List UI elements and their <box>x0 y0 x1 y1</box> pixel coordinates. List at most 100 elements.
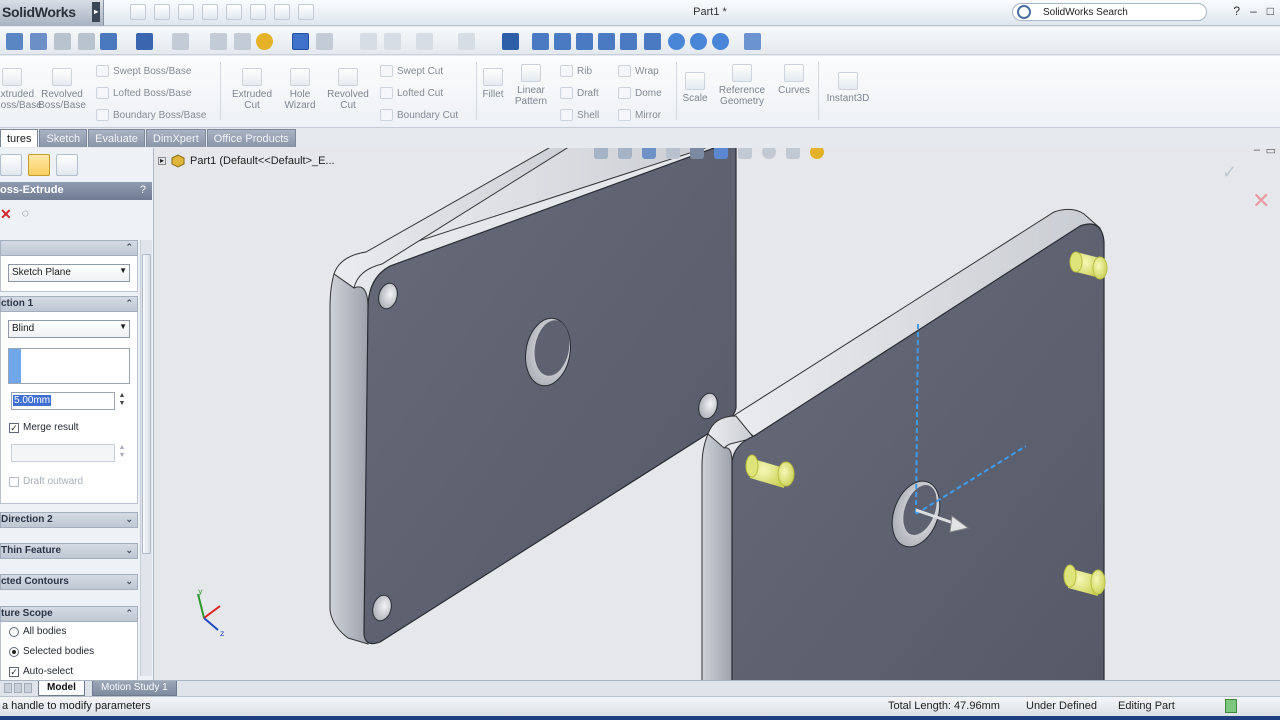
cancel-corner-icon[interactable]: ✕ <box>1252 188 1270 214</box>
viewport-minimize-icon[interactable]: – <box>1254 148 1260 156</box>
rotate-view-icon[interactable] <box>100 33 117 50</box>
direction-selection-box[interactable] <box>8 348 130 384</box>
menu-flyout-arrow-icon[interactable]: ▸ <box>92 2 100 22</box>
line-icon[interactable] <box>416 33 433 50</box>
direction2-group[interactable]: Direction 2 ⌄ <box>0 512 138 528</box>
tab-model[interactable]: Model <box>38 681 85 696</box>
sketch-icon[interactable] <box>360 33 377 50</box>
open-document-icon[interactable] <box>154 4 170 20</box>
view-orientation-icon[interactable] <box>136 33 153 50</box>
zoom-fit-icon[interactable] <box>6 33 23 50</box>
hide-show-items-icon[interactable] <box>738 148 752 159</box>
lofted-cut-button[interactable]: Lofted Cut <box>380 87 443 99</box>
all-bodies-radio[interactable]: All bodies <box>9 626 66 637</box>
draft-angle-spinner[interactable]: ▲ ▼ <box>117 444 127 462</box>
shaded-with-edges-icon[interactable] <box>292 33 309 50</box>
swept-cut-button[interactable]: Swept Cut <box>380 65 443 77</box>
expand-chevron-icon[interactable]: ⌄ <box>125 514 133 525</box>
zoom-area-icon[interactable] <box>30 33 47 50</box>
undo-icon[interactable] <box>226 4 242 20</box>
collapse-chevron-icon[interactable]: ⌃ <box>125 242 133 253</box>
depth-input[interactable]: 5.00mm <box>11 392 115 410</box>
collapse-chevron-icon[interactable]: ⌃ <box>125 608 133 619</box>
revolved-boss-button[interactable]: Revolved Boss/Base <box>36 68 88 111</box>
property-manager-tab-icon[interactable] <box>28 154 50 176</box>
model-view[interactable]: y z <box>154 148 1280 680</box>
scrollbar-thumb[interactable] <box>142 254 151 554</box>
save-icon[interactable] <box>178 4 194 20</box>
confirm-check-icon[interactable]: ✓ <box>1222 162 1237 183</box>
tab-features[interactable]: tures <box>0 129 39 147</box>
expand-chevron-icon[interactable]: ⌄ <box>125 576 133 587</box>
draft-outward-checkbox[interactable]: Draft outward <box>9 476 83 487</box>
tab-motion-study[interactable]: Motion Study 1 <box>92 681 177 696</box>
new-document-icon[interactable] <box>130 4 146 20</box>
curves-button[interactable]: Curves <box>774 64 814 96</box>
extruded-cut-button[interactable]: Extruded Cut <box>226 68 278 111</box>
right-view-icon[interactable] <box>598 33 615 50</box>
expand-chevron-icon[interactable]: ⌄ <box>125 545 133 556</box>
wrap-button[interactable]: Wrap <box>618 65 659 77</box>
expand-icon[interactable]: ▸ <box>158 157 166 165</box>
back-view-icon[interactable] <box>554 33 571 50</box>
fillet-button[interactable]: Fillet <box>480 68 506 100</box>
help-icon[interactable]: ? <box>140 184 146 196</box>
rebuild-status-icon[interactable] <box>1225 699 1237 713</box>
previous-view-icon[interactable] <box>642 148 656 159</box>
instant3d-button[interactable]: Instant3D <box>822 72 874 104</box>
feature-tree-flyout[interactable]: ▸ Part1 (Default<<Default>_E... <box>158 154 335 168</box>
selected-contours-group[interactable]: cted Contours ⌄ <box>0 574 138 590</box>
shell-button[interactable]: Shell <box>560 109 599 121</box>
cancel-icon[interactable]: ✕ <box>0 206 12 223</box>
dimetric-view-icon[interactable] <box>712 33 729 50</box>
plate-2[interactable] <box>701 208 1108 680</box>
detailed-preview-icon[interactable]: ◌ <box>22 206 29 223</box>
smart-dimension-icon[interactable] <box>384 33 401 50</box>
view-orientation-hu-icon[interactable] <box>690 148 704 159</box>
normal-to-icon[interactable] <box>502 33 519 50</box>
from-group-header[interactable]: ⌃ <box>0 240 138 256</box>
selected-contours-header[interactable]: cted Contours ⌄ <box>0 574 138 590</box>
left-view-icon[interactable] <box>576 33 593 50</box>
feature-scope-header[interactable]: ture Scope ⌃ <box>0 606 138 622</box>
draft-angle-input[interactable] <box>11 444 115 462</box>
swept-boss-button[interactable]: Swept Boss/Base <box>96 65 191 77</box>
tab-next-icon[interactable] <box>24 683 32 693</box>
tab-evaluate[interactable]: Evaluate <box>88 129 145 147</box>
rib-button[interactable]: Rib <box>560 65 592 77</box>
minimize-button[interactable]: – <box>1250 4 1257 18</box>
property-manager-scrollbar[interactable] <box>140 240 152 676</box>
section-view-hu-icon[interactable] <box>666 148 680 159</box>
rebuild-icon[interactable] <box>274 4 290 20</box>
feature-manager-tab-icon[interactable] <box>0 154 22 176</box>
start-condition-select[interactable]: Sketch Plane ▼ <box>8 264 130 282</box>
linear-pattern-button[interactable]: Linear Pattern <box>510 64 552 107</box>
hide-show-icon[interactable] <box>210 33 227 50</box>
edit-appearance-hu-icon[interactable] <box>762 148 776 159</box>
options-icon[interactable] <box>298 4 314 20</box>
trimetric-view-icon[interactable] <box>690 33 707 50</box>
configuration-manager-tab-icon[interactable] <box>56 154 78 176</box>
direction2-header[interactable]: Direction 2 ⌄ <box>0 512 138 528</box>
rebuild-toolbar-icon[interactable] <box>458 33 475 50</box>
print-icon[interactable] <box>202 4 218 20</box>
tab-first-icon[interactable] <box>4 683 12 693</box>
collapse-chevron-icon[interactable]: ⌃ <box>125 298 133 309</box>
top-view-icon[interactable] <box>620 33 637 50</box>
front-view-icon[interactable] <box>532 33 549 50</box>
graphics-area[interactable]: y z ▸ Part1 (Default<<Default>_E... ✓ ✕ <box>154 148 1280 680</box>
draft-button[interactable]: Draft <box>560 87 599 99</box>
edit-appearance-icon[interactable] <box>234 33 251 50</box>
revolved-cut-button[interactable]: Revolved Cut <box>322 68 374 111</box>
zoom-to-area-icon[interactable] <box>618 148 632 159</box>
dome-button[interactable]: Dome <box>618 87 662 99</box>
tab-office-products[interactable]: Office Products <box>206 129 296 147</box>
tab-sketch[interactable]: Sketch <box>39 129 88 147</box>
lofted-boss-button[interactable]: Lofted Boss/Base <box>96 87 191 99</box>
shaded-icon[interactable] <box>316 33 333 50</box>
tab-dimxpert[interactable]: DimXpert <box>145 129 206 147</box>
mirror-button[interactable]: Mirror <box>618 109 661 121</box>
view-settings-icon[interactable] <box>810 148 824 159</box>
plate-1[interactable] <box>329 148 737 645</box>
zoom-to-fit-icon[interactable] <box>594 148 608 159</box>
